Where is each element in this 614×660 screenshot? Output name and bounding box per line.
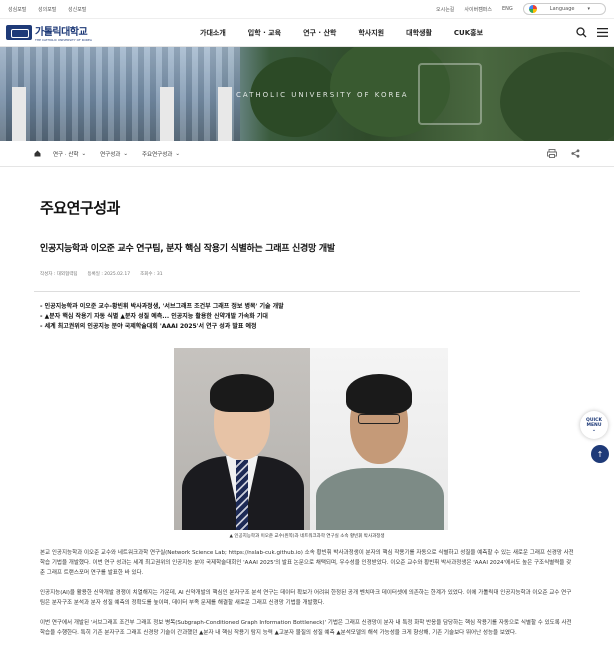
article-meta: 작성자 : 대외협력팀 등록일 : 2025.02.17 조회수 : 31 xyxy=(0,254,614,277)
summary-line: - 세계 최고권위의 인공지능 분야 국제학술대회 'AAAI 2025'서 연… xyxy=(40,323,257,330)
menu-about[interactable]: 가대소개 xyxy=(200,28,226,38)
directions-link[interactable]: 오시는길 xyxy=(436,6,454,13)
english-link[interactable]: ENG xyxy=(502,6,513,12)
article-paragraph: 인공지능(AI)을 활용한 신약개발 경쟁이 치열해지는 가운데, AI 신약개… xyxy=(40,590,572,606)
campus-building-image xyxy=(0,47,240,141)
chevron-down-icon: ▾ xyxy=(587,6,590,12)
utility-links: 오시는길 사이버캠퍼스 ENG Language ▾ xyxy=(436,3,606,15)
quick-menu-button[interactable]: QUICK MENU ⌄ xyxy=(580,411,608,439)
chevron-down-icon: ⌄ xyxy=(123,150,128,157)
article-summary: - 인공지능학과 이오준 교수-황빈휘 박사과정생, '서브그래프 조건부 그래… xyxy=(0,292,614,332)
share-icon[interactable] xyxy=(571,149,580,158)
home-icon[interactable] xyxy=(34,150,41,157)
portal-link-1[interactable]: 성심포털 xyxy=(8,7,26,13)
page-title: 주요연구성과 xyxy=(40,199,120,217)
hero-banner: CATHOLIC UNIVERSITY OF KOREA xyxy=(0,47,614,141)
chevron-down-icon: ⌄ xyxy=(81,150,87,157)
hamburger-menu-icon[interactable] xyxy=(597,28,608,37)
menu-admission[interactable]: 입학 · 교육 xyxy=(248,28,281,38)
print-icon[interactable] xyxy=(547,149,557,158)
article-date: 등록일 : 2025.02.17 xyxy=(87,272,131,277)
breadcrumb-item-2[interactable]: 연구성과 ⌄ xyxy=(100,150,128,158)
summary-line: - ▲분자 핵심 작용기 자동 식별 ▲분자 성질 예측... 인공지능 활용한… xyxy=(40,313,268,320)
chevron-down-icon: ⌄ xyxy=(591,426,597,433)
summary-line: - 인공지능학과 이오준 교수-황빈휘 박사과정생, '서브그래프 조건부 그래… xyxy=(40,303,284,310)
emblem-icon xyxy=(6,25,32,40)
main-navigation: 가톨릭대학교 THE CATHOLIC UNIVERSITY OF KOREA … xyxy=(0,19,614,47)
utility-bar: 성심포털 성의포털 성신포털 오시는길 사이버캠퍼스 ENG Language … xyxy=(0,0,614,19)
photo-caption: ▲ 인공지능학과 이오준 교수(왼쪽)과 네트워크과학 연구실 소속 황빈휘 박… xyxy=(229,534,385,539)
researchers-photo xyxy=(174,348,448,530)
menu-academic[interactable]: 학사지원 xyxy=(358,28,384,38)
article-paragraph: 본교 인공지능학과 이오준 교수와 네트워크과학 연구실(Network Sci… xyxy=(40,550,574,576)
menu-campus-life[interactable]: 대학생활 xyxy=(406,28,432,38)
google-icon xyxy=(528,5,537,13)
cyber-campus-link[interactable]: 사이버캠퍼스 xyxy=(464,6,492,13)
portal-links: 성심포털 성의포털 성신포털 xyxy=(8,6,96,13)
language-label: Language xyxy=(549,6,575,12)
article-title: 인공지능학과 이오준 교수 연구팀, 분자 핵심 작용기 식별하는 그래프 신경… xyxy=(40,244,335,254)
menu-pr[interactable]: CUK홍보 xyxy=(454,28,483,38)
article-views: 조회수 : 31 xyxy=(140,272,163,277)
gnb-menu: 가대소개 입학 · 교육 연구 · 산학 학사지원 대학생활 CUK홍보 xyxy=(176,28,576,38)
search-icon[interactable] xyxy=(576,27,587,38)
menu-research[interactable]: 연구 · 산학 xyxy=(303,28,336,38)
breadcrumb-item-1[interactable]: 연구 · 산학 ⌄ xyxy=(53,150,86,158)
university-seal-image xyxy=(418,63,482,125)
hero-text: CATHOLIC UNIVERSITY OF KOREA xyxy=(236,91,409,99)
logo-name: 가톨릭대학교 xyxy=(35,27,88,38)
arrow-up-icon: ↑ xyxy=(596,449,604,459)
logo-subtitle: THE CATHOLIC UNIVERSITY OF KOREA xyxy=(35,38,92,42)
article-paragraph: 이번 연구에서 개발된 '서브그래프 조건부 그래프 정보 병목(Subgrap… xyxy=(40,620,572,636)
professor-portrait xyxy=(174,348,310,530)
chevron-down-icon: ⌄ xyxy=(175,150,180,157)
language-selector[interactable]: Language ▾ xyxy=(522,3,606,15)
breadcrumb-item-3[interactable]: 주요연구성과 ⌄ xyxy=(142,150,180,158)
portal-link-3[interactable]: 성신포털 xyxy=(68,7,86,13)
glasses-icon xyxy=(358,414,400,424)
university-logo[interactable]: 가톨릭대학교 THE CATHOLIC UNIVERSITY OF KOREA xyxy=(6,23,176,42)
student-portrait xyxy=(310,348,448,530)
article-author: 작성자 : 대외협력팀 xyxy=(40,272,78,277)
portal-link-2[interactable]: 성의포털 xyxy=(38,7,56,13)
scroll-to-top-button[interactable]: ↑ xyxy=(591,445,609,463)
breadcrumb: 연구 · 산학 ⌄ 연구성과 ⌄ 주요연구성과 ⌄ xyxy=(0,141,614,167)
